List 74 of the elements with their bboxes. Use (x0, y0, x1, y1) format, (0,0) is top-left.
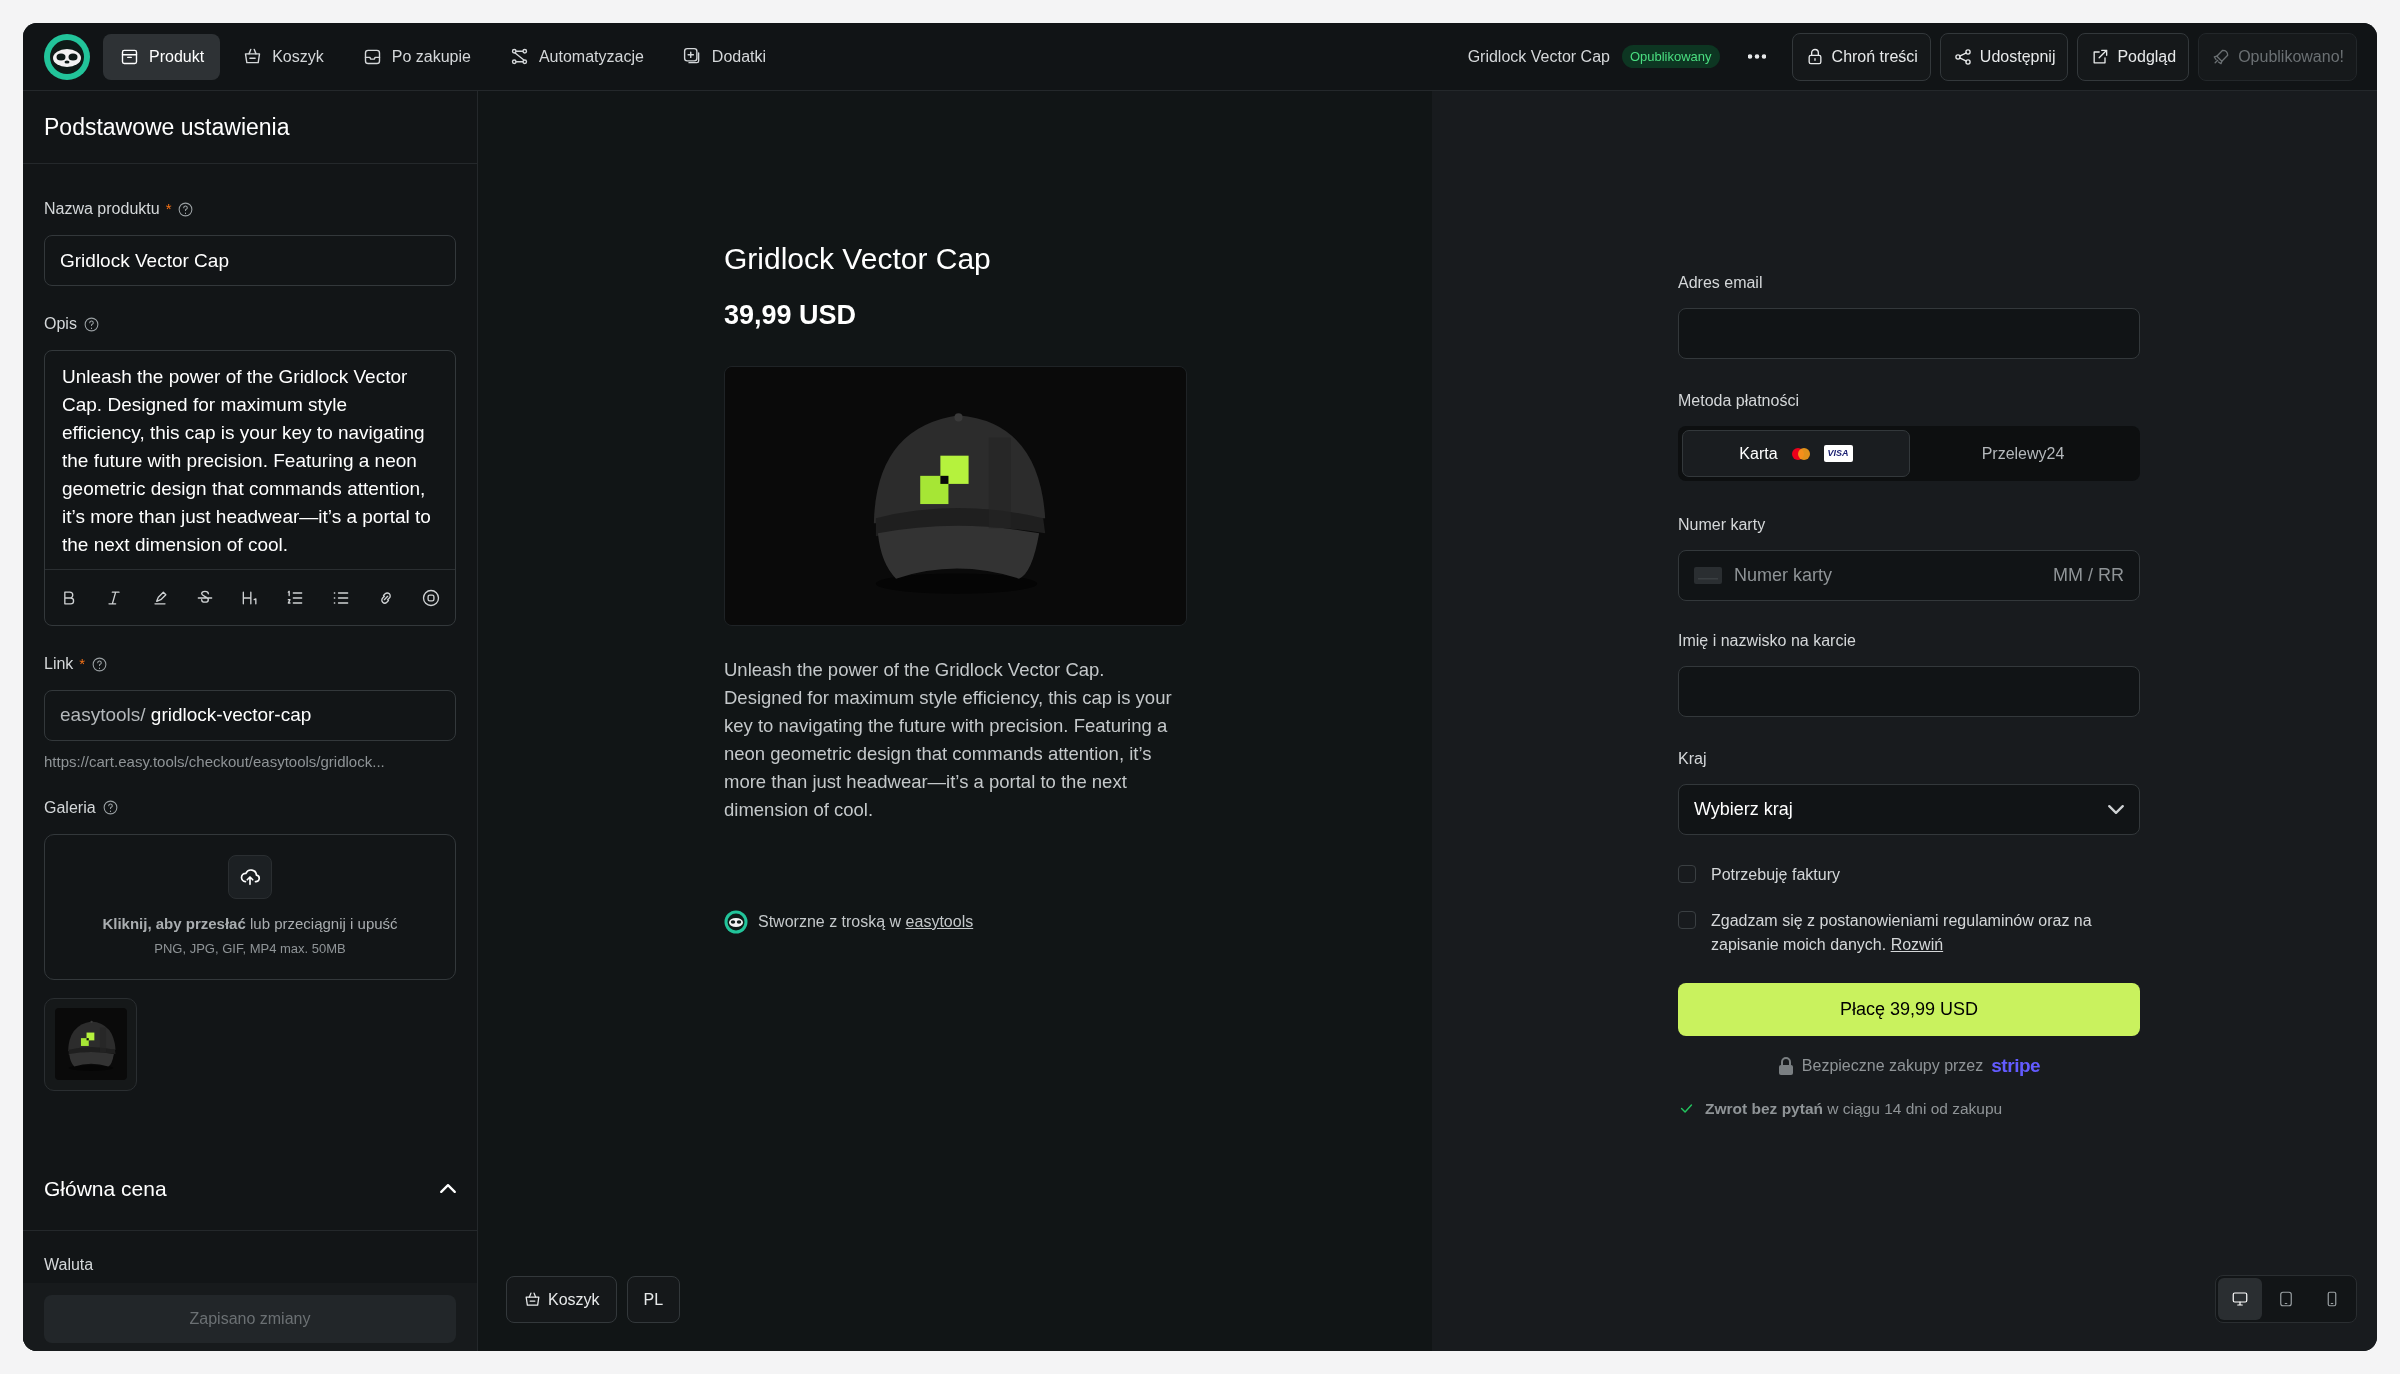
nav-tab[interactable]: Koszyk (226, 33, 340, 80)
help-icon (177, 200, 195, 218)
basket-icon (523, 1290, 542, 1309)
field-label: Imię i nazwisko na karcie (1678, 631, 1857, 651)
product-price: 39,99 USD (724, 299, 858, 332)
checkbox-label: Potrzebuję faktury (1711, 865, 1840, 885)
tablet-icon (2277, 1290, 2295, 1308)
secure-text: Bezpieczne zakupy przez (1801, 1056, 1984, 1077)
nav-tab[interactable]: Produkt (103, 33, 221, 80)
desktop-view-button[interactable] (2218, 1278, 2262, 1320)
credit-text: Stworzne z troską w easytools (758, 911, 974, 932)
required-mark: * (79, 653, 86, 674)
toolbar-button[interactable]: Chroń treści (1791, 32, 1931, 81)
upload-instructions: Kliknij, aby przesłać lub przeciągnij i upuść (102, 913, 398, 934)
upload-area[interactable]: Kliknij, aby przesłać lub przeciągnij i upuść PNG, JPG, GIF, MP4 max. 50MB (44, 833, 456, 980)
share-icon (1952, 46, 1973, 67)
help-icon (91, 655, 109, 673)
product-name-field[interactable]: Gridlock Vector Cap (44, 235, 456, 286)
nav-tab[interactable]: Dodatki (665, 33, 783, 80)
refund-note: Zwrot bez pytań w ciągu 14 dni od zakupu (1705, 1098, 2003, 1119)
lock-icon (1777, 1057, 1794, 1076)
field-label: Opis (44, 314, 77, 334)
country-select[interactable]: Wybierz kraj (1678, 784, 2140, 835)
checkbox[interactable] (1678, 865, 1696, 883)
logo-icon (724, 909, 748, 934)
cardholder-name-field[interactable] (1678, 666, 2140, 717)
nav-tab[interactable]: Po zakupie (345, 33, 487, 80)
upload-icon-button[interactable] (228, 854, 272, 899)
product-description: Unleash the power of the Gridlock Vector Cap. Designed for maximum style efficiency, this cap is your key to navigating the future with precision. Featuring a neon geometric design that commands attention, it’s more than just headwear—it’s a portal to the next dimension of cool. (724, 657, 1173, 822)
smile-icon[interactable] (421, 587, 441, 608)
field-label: Nazwa produktu (44, 199, 160, 219)
toolbar-button[interactable]: Podgląd (2077, 32, 2190, 81)
language-button[interactable]: PL (626, 1276, 681, 1323)
panel-title: Podstawowe ustawienia (44, 112, 290, 142)
help-icon (82, 315, 100, 333)
payment-method-tab[interactable]: Przelewy24 (1910, 430, 2136, 477)
easytools-link[interactable]: easytools (905, 912, 974, 930)
gallery-thumbnail[interactable] (44, 997, 137, 1091)
upload-hint: PNG, JPG, GIF, MP4 max. 50MB (154, 940, 346, 958)
email-field[interactable] (1678, 308, 2140, 359)
product-title: Gridlock Vector Cap (724, 241, 992, 277)
chevron-down-icon (2108, 805, 2124, 814)
card-brand-badge: VISA (1823, 444, 1853, 463)
stripe-logo: stripe (1991, 1054, 2041, 1078)
checkbox-label: Zgadzam się z postanowieniami regulaminów oraz na zapisanie moich danych. Rozwiń (1711, 911, 2093, 955)
status-badge: Opublikowany (1621, 44, 1720, 69)
cart-button[interactable]: Koszyk (506, 1276, 617, 1323)
card-icon (1694, 567, 1722, 584)
field-label: Numer karty (1678, 515, 1767, 535)
logo-icon[interactable] (43, 32, 91, 81)
description-field[interactable]: Unleash the power of the Gridlock Vector Cap. Designed for maximum style efficiency, this cap is your key to navigating the future with precision. Featuring a neon geometric design that commands attention, it’s more than just headwear—it’s a portal to the next dimension of cool. (45, 351, 455, 569)
payment-method-tab[interactable]: Karta VISA (1682, 430, 1910, 477)
help-icon (101, 799, 119, 816)
toolbar-button[interactable]: Udostępnij (1939, 32, 2069, 81)
required-mark: * (165, 198, 172, 219)
product-name: Gridlock Vector Cap (1467, 46, 1610, 67)
price-section-header[interactable]: Główna cena (23, 1147, 477, 1231)
mastercard-icon (1789, 445, 1812, 462)
field-label: Kraj (1678, 749, 1708, 769)
field-label: Adres email (1678, 273, 1764, 293)
desktop-icon (2231, 1290, 2249, 1308)
checkbox[interactable] (1678, 911, 1696, 929)
card-number-field[interactable]: Numer karty MM / RR (1678, 550, 2140, 601)
expand-link[interactable]: Rozwiń (1890, 936, 1944, 953)
field-label: Link (44, 654, 74, 674)
field-label: Galeria (44, 797, 96, 818)
pay-button[interactable]: Płacę 39,99 USD (1678, 983, 2140, 1036)
more-icon (1747, 54, 1766, 59)
link-field[interactable]: easytools/ gridlock-vector-cap (44, 690, 456, 741)
nav-tab[interactable]: Automatyzacje (492, 33, 660, 80)
field-label: Waluta (44, 1255, 94, 1275)
field-label: Metoda płatności (1678, 391, 1800, 411)
chevron-up-icon (440, 1184, 456, 1193)
checkout-url: https://cart.easy.tools/checkout/easytools/gridlock... (44, 752, 386, 772)
